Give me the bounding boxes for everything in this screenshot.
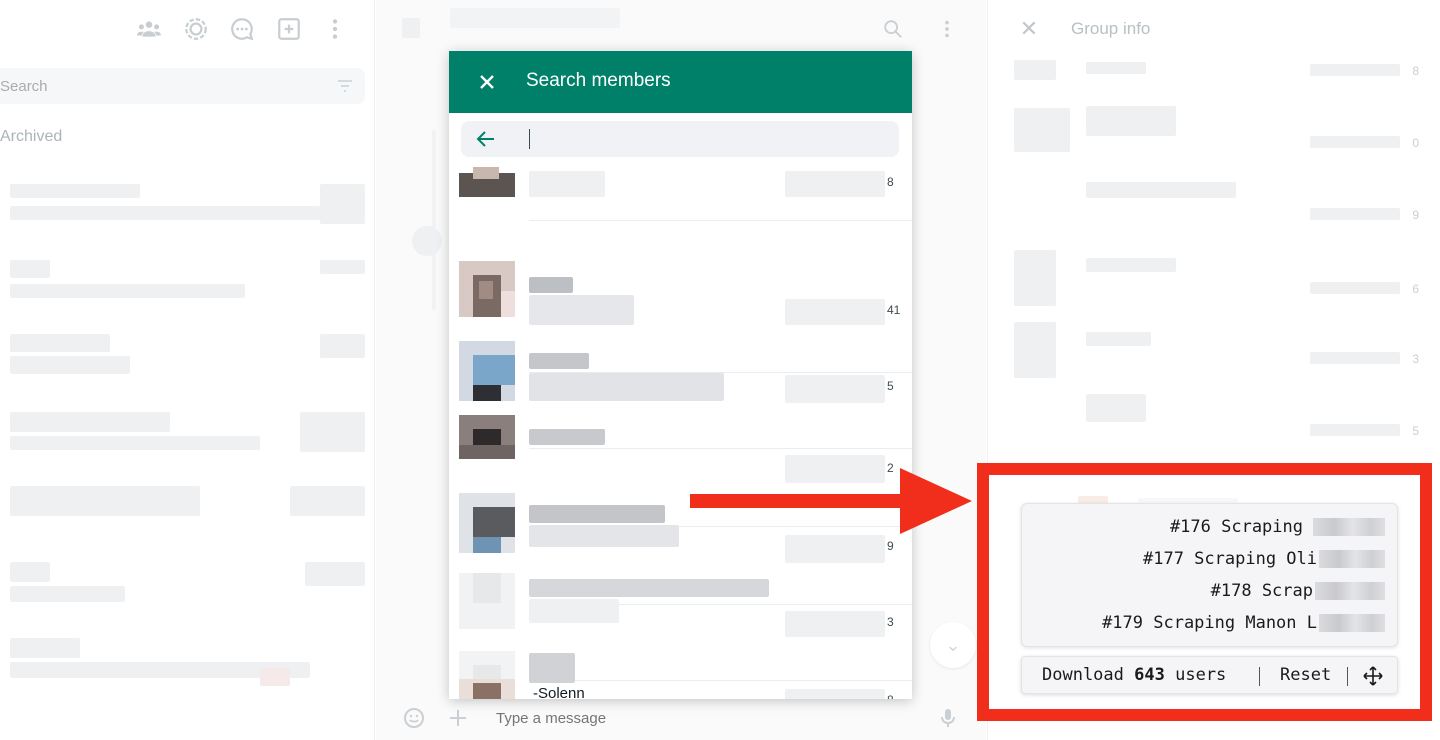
log-line: #176 Scraping bbox=[1170, 516, 1385, 538]
redacted-text bbox=[1319, 550, 1385, 568]
archived-label[interactable]: Archived bbox=[0, 128, 62, 146]
message-bubble bbox=[432, 130, 436, 310]
back-arrow-icon[interactable] bbox=[475, 128, 497, 150]
group-member-digit: 8 bbox=[1412, 64, 1419, 78]
member-list-item[interactable]: 41 bbox=[449, 221, 912, 373]
channels-icon[interactable] bbox=[229, 16, 255, 42]
member-number-fragment: 8 bbox=[887, 693, 901, 699]
search-members-title: Search members bbox=[526, 70, 671, 91]
group-member-digit: 0 bbox=[1412, 136, 1419, 150]
search-members-dialog: Search members 8 41 5 2 9 3 -Solenn bbox=[449, 51, 912, 699]
group-member-row[interactable]: 3 bbox=[988, 318, 1440, 390]
scraper-control-bar: Download 643 users Reset bbox=[1021, 656, 1398, 694]
status-icon[interactable] bbox=[183, 16, 209, 42]
compose-bar bbox=[376, 696, 986, 740]
emoji-icon[interactable] bbox=[402, 706, 426, 735]
filter-icon[interactable] bbox=[335, 76, 355, 96]
log-line: #179 Scraping Manon L bbox=[1102, 612, 1385, 634]
community-icon[interactable] bbox=[136, 16, 162, 42]
divider bbox=[1347, 667, 1348, 686]
conversation-header bbox=[376, 0, 986, 58]
group-member-digit: 9 bbox=[1412, 208, 1419, 222]
group-info-title: Group info bbox=[1071, 19, 1151, 38]
highlight-arrow-shaft bbox=[690, 494, 910, 508]
chat-search bbox=[0, 68, 365, 104]
scroll-down-button[interactable]: ⌄ bbox=[930, 622, 976, 668]
chat-list-header bbox=[0, 0, 374, 58]
group-member-row[interactable]: 9 bbox=[988, 176, 1440, 248]
chat-list-item[interactable] bbox=[0, 328, 370, 400]
member-search-box bbox=[461, 121, 899, 157]
log-line: #177 Scraping Oli bbox=[1143, 548, 1385, 570]
avatar bbox=[459, 165, 515, 197]
group-member-row[interactable]: 6 bbox=[988, 244, 1440, 316]
member-list-item[interactable]: 5 bbox=[449, 297, 912, 449]
member-list-item[interactable]: 3 bbox=[449, 529, 912, 681]
chat-list-item[interactable] bbox=[0, 252, 370, 324]
search-members-header: Search members bbox=[449, 51, 912, 113]
redacted-text bbox=[1319, 614, 1385, 632]
group-member-digit: 6 bbox=[1412, 282, 1419, 296]
divider bbox=[1259, 667, 1260, 686]
group-member-row[interactable]: 0 bbox=[988, 102, 1440, 174]
move-icon[interactable] bbox=[1362, 665, 1384, 687]
group-info-header: ✕ Group info bbox=[988, 0, 1440, 58]
close-icon[interactable] bbox=[473, 68, 501, 96]
redacted-text bbox=[1313, 518, 1385, 536]
chat-list-item[interactable] bbox=[0, 556, 370, 628]
member-list: 8 41 5 2 9 3 bbox=[449, 165, 912, 699]
member-list-item[interactable]: 9 bbox=[449, 453, 912, 605]
member-list-item[interactable]: 8 bbox=[449, 605, 912, 699]
member-list-item[interactable]: 8 bbox=[449, 165, 912, 221]
member-search-input[interactable] bbox=[527, 126, 887, 152]
close-group-info-icon[interactable]: ✕ bbox=[1016, 16, 1042, 42]
chat-list-panel: Archived bbox=[0, 0, 375, 740]
group-member-digit: 5 bbox=[1412, 424, 1419, 438]
redacted-text bbox=[1315, 582, 1385, 600]
member-name-partial: -Solenn bbox=[533, 685, 585, 699]
reset-button[interactable]: Reset bbox=[1280, 665, 1331, 687]
log-line: #178 Scrap bbox=[1211, 580, 1385, 602]
group-member-row[interactable]: 5 bbox=[988, 390, 1440, 462]
new-chat-icon[interactable] bbox=[276, 16, 302, 42]
message-input[interactable] bbox=[496, 704, 896, 732]
attach-plus-icon[interactable] bbox=[446, 706, 470, 735]
chat-list-item[interactable] bbox=[0, 172, 370, 244]
avatar bbox=[459, 679, 515, 699]
chat-list-item[interactable] bbox=[0, 404, 370, 476]
menu-icon[interactable] bbox=[322, 16, 348, 42]
download-users-button[interactable]: Download 643 users bbox=[1042, 665, 1226, 687]
member-number-fragment: 8 bbox=[887, 175, 894, 189]
group-member-digit: 3 bbox=[1412, 352, 1419, 366]
chat-list-item[interactable] bbox=[0, 480, 370, 552]
scrape-log-panel: #176 Scraping #177 Scraping Oli #178 Scr… bbox=[1021, 503, 1398, 647]
text-cursor bbox=[529, 129, 530, 149]
user-count: 643 bbox=[1134, 665, 1165, 685]
search-icon[interactable] bbox=[882, 18, 904, 46]
chat-list-item[interactable] bbox=[0, 632, 370, 704]
message-bubble bbox=[412, 226, 442, 256]
microphone-icon[interactable] bbox=[936, 706, 960, 735]
conversation-menu-icon[interactable] bbox=[936, 18, 958, 45]
chat-search-input[interactable] bbox=[0, 68, 310, 104]
highlight-arrow-head bbox=[900, 468, 972, 534]
member-list-item[interactable]: 2 bbox=[449, 375, 912, 527]
